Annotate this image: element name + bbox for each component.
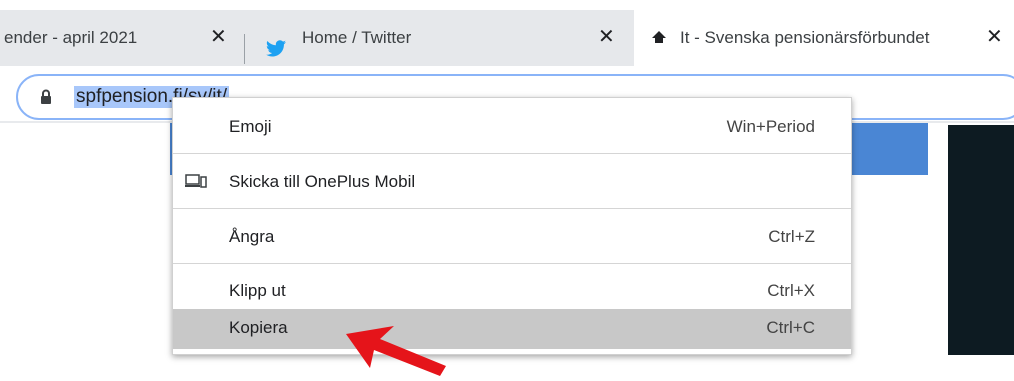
menu-item-send-to-device[interactable]: Skicka till OnePlus Mobil (173, 163, 851, 203)
menu-item-label: Emoji (229, 117, 272, 136)
context-menu: Emoji Win+Period Skicka till OnePlus Mob… (172, 97, 852, 355)
menu-item-copy[interactable]: Kopiera Ctrl+C (173, 309, 851, 349)
tab-close-icon[interactable]: ✕ (986, 26, 1003, 48)
tab-title-twitter: Home / Twitter (302, 28, 412, 47)
menu-item-shortcut: Ctrl+X (767, 281, 815, 300)
lock-icon[interactable] (40, 89, 52, 110)
menu-item-label: Klipp ut (229, 281, 286, 300)
twitter-icon (266, 40, 286, 62)
tab-calendar[interactable]: ender - april 2021 ✕ Home / Twitter ✕ (0, 10, 634, 66)
red-arrow-icon (338, 322, 448, 381)
menu-item-shortcut: Ctrl+Z (768, 227, 815, 246)
device-icon (185, 174, 207, 193)
menu-separator (173, 263, 851, 264)
home-icon (652, 30, 666, 48)
menu-separator (173, 208, 851, 209)
menu-item-cut[interactable]: Klipp ut Ctrl+X (173, 272, 851, 312)
menu-item-label: Skicka till OnePlus Mobil (229, 172, 416, 191)
tab-separator (244, 34, 245, 64)
menu-item-shortcut: Win+Period (726, 117, 815, 136)
tab-title-calendar: ender - april 2021 (4, 28, 138, 47)
tab-spf[interactable]: It - Svenska pensionärsförbundet ✕ (634, 10, 1014, 66)
menu-item-shortcut: Ctrl+C (766, 318, 815, 337)
menu-item-emoji[interactable]: Emoji Win+Period (173, 108, 851, 148)
menu-separator (173, 153, 851, 154)
menu-item-label: Ångra (229, 227, 275, 246)
tab-close-icon[interactable]: ✕ (598, 26, 615, 48)
tab-title-spf: It - Svenska pensionärsförbundet (680, 28, 930, 47)
menu-item-label: Kopiera (229, 318, 288, 337)
site-image-panel (948, 125, 1014, 355)
tab-strip: ender - april 2021 ✕ Home / Twitter ✕ It… (0, 0, 1014, 68)
menu-item-undo[interactable]: Ångra Ctrl+Z (173, 218, 851, 258)
tab-close-icon[interactable]: ✕ (210, 26, 227, 48)
